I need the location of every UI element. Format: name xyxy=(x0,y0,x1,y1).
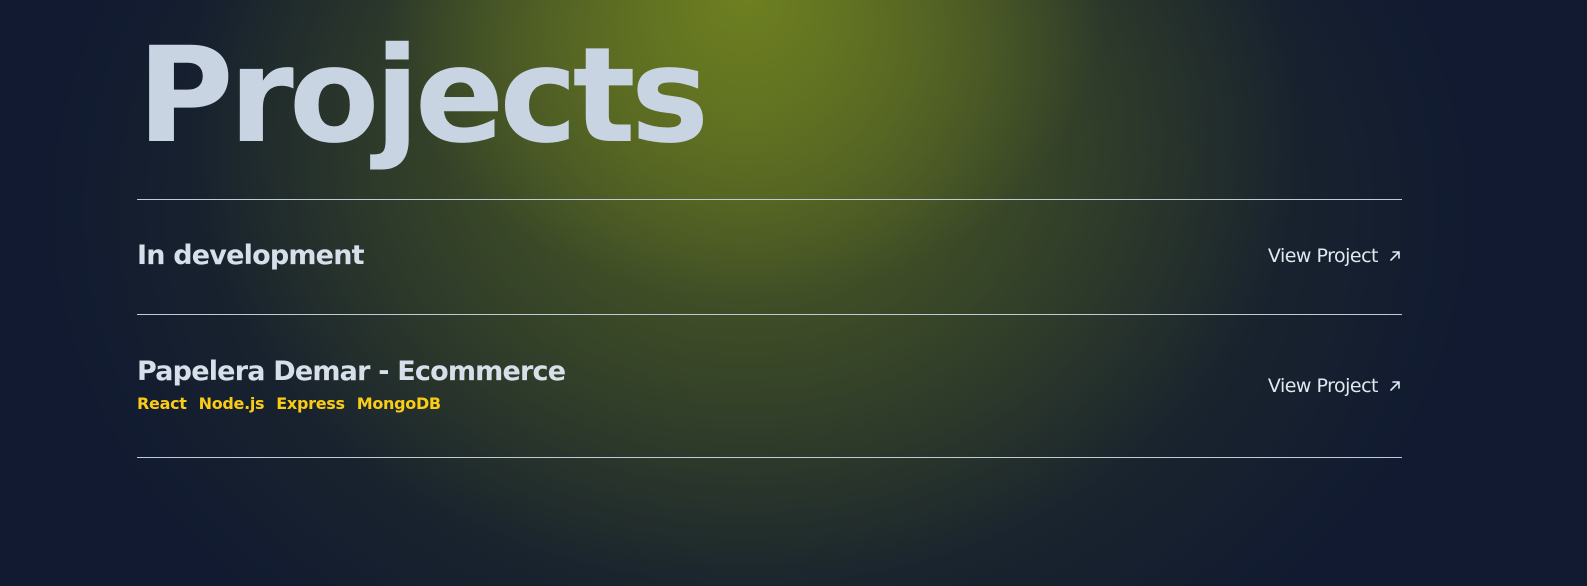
arrow-up-right-icon xyxy=(1390,251,1400,261)
view-project-label: View Project xyxy=(1267,245,1379,267)
project-row-in-development: In development View Project xyxy=(137,199,1402,314)
tech-tags: React Node.js Express MongoDB xyxy=(137,394,441,413)
arrow-up-right-icon xyxy=(1390,381,1400,391)
project-name: In development xyxy=(137,240,365,271)
page-title: Projects xyxy=(137,19,709,173)
tag-react: React xyxy=(137,394,187,413)
view-project-link[interactable]: View Project xyxy=(1268,375,1402,397)
divider-bottom xyxy=(137,457,1402,458)
project-row-papelera-demar: Papelera Demar - Ecommerce React Node.js… xyxy=(137,314,1402,457)
view-project-link[interactable]: View Project xyxy=(1268,245,1402,267)
tag-nodejs: Node.js xyxy=(198,394,265,413)
view-project-label: View Project xyxy=(1267,375,1379,397)
project-name: Papelera Demar - Ecommerce xyxy=(137,356,566,387)
tag-express: Express xyxy=(276,394,345,413)
tag-mongodb: MongoDB xyxy=(356,394,441,413)
